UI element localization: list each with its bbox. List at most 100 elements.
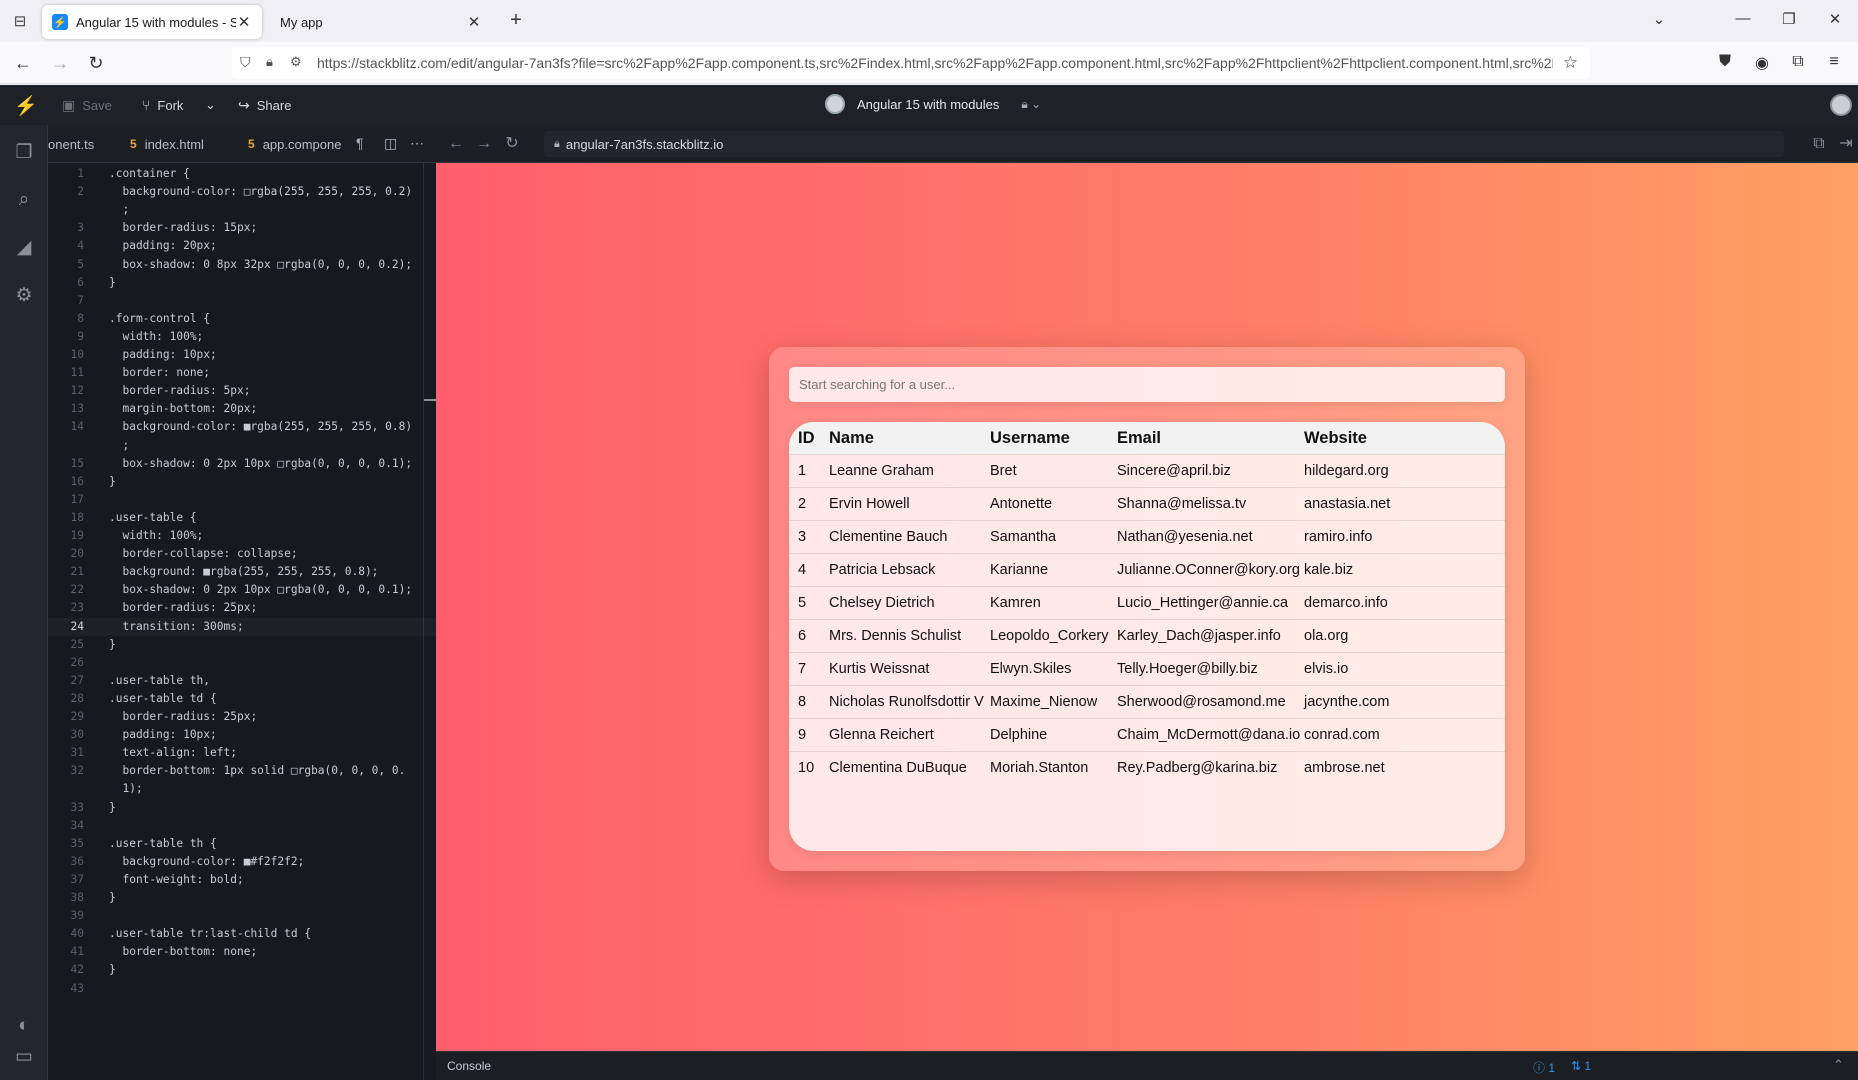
code-text[interactable]: box-shadow: 0 8px 32px □rgba(0, 0, 0, 0.… bbox=[109, 256, 412, 274]
layout-panel-icon[interactable]: ▭ bbox=[12, 1045, 36, 1069]
column-header[interactable]: Website bbox=[1304, 422, 1367, 455]
files-icon[interactable]: ❐ bbox=[12, 141, 36, 165]
settings-gear-icon[interactable]: ⚙ bbox=[12, 284, 36, 308]
table-row[interactable]: 4 Patricia Lebsack Karianne Julianne.OConne… bbox=[789, 554, 1505, 587]
preview-url-bar[interactable]: 🔒︎ angular-7an3fs.stackblitz.io bbox=[544, 131, 1784, 157]
code-text[interactable]: padding: 10px; bbox=[109, 346, 216, 364]
code-text[interactable]: border-bottom: none; bbox=[109, 943, 257, 961]
code-text[interactable]: border-radius: 15px; bbox=[109, 219, 257, 237]
table-row[interactable]: 2 Ervin Howell Antonette Shanna@melissa.tv a… bbox=[789, 488, 1505, 521]
preview-forward-icon[interactable]: → bbox=[474, 134, 494, 154]
menu-icon[interactable]: ≡ bbox=[1823, 53, 1845, 75]
code-line[interactable]: ; bbox=[48, 437, 436, 455]
code-line[interactable]: 21 background: ■rgba(255, 255, 255, 0.8)… bbox=[48, 563, 436, 581]
browser-tab[interactable]: My app ✕ bbox=[270, 5, 492, 39]
console-network-badge[interactable]: ⇅ 1 bbox=[1571, 1059, 1591, 1073]
code-line[interactable]: 38} bbox=[48, 889, 436, 907]
code-text[interactable]: } bbox=[109, 274, 116, 292]
code-line[interactable]: 4 padding: 20px; bbox=[48, 237, 436, 255]
code-line[interactable]: 43 bbox=[48, 980, 436, 998]
column-header[interactable]: Name bbox=[829, 422, 874, 455]
code-line[interactable]: 35 .user-table th { bbox=[48, 835, 436, 853]
code-text[interactable]: font-weight: bold; bbox=[109, 871, 243, 889]
code-text[interactable]: width: 100%; bbox=[109, 328, 203, 346]
visibility-lock-icon[interactable]: 🔒︎ ⌄ bbox=[1021, 97, 1041, 112]
code-line[interactable]: 26 bbox=[48, 654, 436, 672]
code-line[interactable]: 20 border-collapse: collapse; bbox=[48, 545, 436, 563]
shield-icon[interactable]: ⛉ bbox=[240, 54, 251, 71]
code-line[interactable]: 41 border-bottom: none; bbox=[48, 943, 436, 961]
code-line[interactable]: 12 border-radius: 5px; bbox=[48, 382, 436, 400]
code-line[interactable]: 39 bbox=[48, 907, 436, 925]
preview-back-icon[interactable]: ← bbox=[446, 134, 466, 154]
pocket-icon[interactable]: ⛊ bbox=[1714, 53, 1736, 75]
table-row[interactable]: 9 Glenna Reichert Delphine Chaim_McDermott@… bbox=[789, 719, 1505, 752]
code-line[interactable]: 36 background-color: ■#f2f2f2; bbox=[48, 853, 436, 871]
lock-icon[interactable]: 🔒︎ bbox=[266, 54, 273, 70]
code-text[interactable]: transition: 300ms; bbox=[109, 618, 243, 636]
new-tab-button[interactable]: + bbox=[505, 10, 527, 32]
close-tab-icon[interactable]: ✕ bbox=[466, 13, 482, 31]
code-text[interactable]: .user-table td { bbox=[109, 690, 217, 708]
code-line[interactable]: 31 text-align: left; bbox=[48, 744, 436, 762]
code-text[interactable]: padding: 20px; bbox=[109, 237, 216, 255]
code-text[interactable]: background-color: ■#f2f2f2; bbox=[109, 853, 304, 871]
code-line[interactable]: 19 width: 100%; bbox=[48, 527, 436, 545]
code-line[interactable]: 2 background-color: □rgba(255, 255, 255,… bbox=[48, 183, 436, 201]
table-row[interactable]: 6 Mrs. Dennis Schulist Leopoldo_Corkery Kar… bbox=[789, 620, 1505, 653]
restore-icon[interactable]: ❐ bbox=[1766, 10, 1812, 32]
code-line[interactable]: 24 transition: 300ms; bbox=[48, 618, 436, 636]
console-bar[interactable]: Console ⓘ 1 ⇅ 1 ⌃ bbox=[436, 1051, 1858, 1080]
code-line[interactable]: 1 .container { bbox=[48, 165, 436, 183]
firebase-icon[interactable]: ◢ bbox=[12, 236, 36, 260]
code-text[interactable]: border-radius: 5px; bbox=[109, 382, 250, 400]
code-line[interactable]: 18 .user-table { bbox=[48, 509, 436, 527]
code-text[interactable]: border-bottom: 1px solid □rgba(0, 0, 0, … bbox=[109, 762, 405, 780]
account-icon[interactable]: ◉ bbox=[1751, 53, 1773, 75]
column-header[interactable]: Username bbox=[990, 422, 1070, 455]
code-text[interactable]: .container { bbox=[109, 165, 190, 183]
code-text[interactable]: background-color: □rgba(255, 255, 255, 0… bbox=[109, 183, 412, 201]
editor-tab-app-component-html[interactable]: 5 app.compone bbox=[248, 125, 341, 162]
close-tab-icon[interactable]: ✕ bbox=[236, 13, 252, 31]
table-row[interactable]: 3 Clementine Bauch Samantha Nathan@yesenia.… bbox=[789, 521, 1505, 554]
split-editor-icon[interactable]: ◫ bbox=[384, 135, 397, 152]
code-text[interactable]: text-align: left; bbox=[109, 744, 237, 762]
code-text[interactable]: .form-control { bbox=[109, 310, 210, 328]
code-line[interactable]: 9 width: 100%; bbox=[48, 328, 436, 346]
expand-console-icon[interactable]: ⌃ bbox=[1833, 1057, 1844, 1073]
code-line[interactable]: 25} bbox=[48, 636, 436, 654]
code-text[interactable]: } bbox=[109, 636, 116, 654]
open-new-window-icon[interactable]: ⧉ bbox=[1809, 134, 1829, 154]
code-text[interactable]: box-shadow: 0 2px 10px □rgba(0, 0, 0, 0.… bbox=[109, 455, 412, 473]
code-line[interactable]: 6} bbox=[48, 274, 436, 292]
fork-options-chevron-icon[interactable]: ⌄ bbox=[205, 95, 216, 115]
code-line[interactable]: 23 border-radius: 25px; bbox=[48, 599, 436, 617]
code-text[interactable]: border-radius: 25px; bbox=[109, 599, 257, 617]
code-line[interactable]: 22 box-shadow: 0 2px 10px □rgba(0, 0, 0,… bbox=[48, 581, 436, 599]
code-text[interactable]: .user-table th, bbox=[109, 672, 210, 690]
code-text[interactable]: padding: 10px; bbox=[109, 726, 216, 744]
code-text[interactable]: .user-table th { bbox=[109, 835, 217, 853]
more-options-icon[interactable]: ⋯ bbox=[410, 135, 424, 152]
code-line[interactable]: 17 bbox=[48, 491, 436, 509]
code-line[interactable]: 8 .form-control { bbox=[48, 310, 436, 328]
close-window-icon[interactable]: ✕ bbox=[1812, 10, 1858, 32]
bookmark-star-icon[interactable]: ☆ bbox=[1563, 53, 1578, 73]
project-title-area[interactable]: Angular 15 with modules 🔒︎ ⌄ bbox=[825, 94, 1041, 114]
tab-list-icon[interactable]: ⊟ bbox=[10, 11, 30, 31]
code-line[interactable]: 10 padding: 10px; bbox=[48, 346, 436, 364]
code-line[interactable]: 28 .user-table td { bbox=[48, 690, 436, 708]
minimize-icon[interactable]: — bbox=[1720, 10, 1766, 32]
code-line[interactable]: 5 box-shadow: 0 8px 32px □rgba(0, 0, 0, … bbox=[48, 256, 436, 274]
column-header[interactable]: Email bbox=[1117, 422, 1161, 455]
share-button[interactable]: ↪ Share bbox=[238, 95, 291, 115]
code-line[interactable]: 33} bbox=[48, 799, 436, 817]
code-line[interactable]: 27 .user-table th, bbox=[48, 672, 436, 690]
code-text[interactable]: margin-bottom: 20px; bbox=[109, 400, 257, 418]
code-text[interactable]: box-shadow: 0 2px 10px □rgba(0, 0, 0, 0.… bbox=[109, 581, 412, 599]
code-text[interactable]: border: none; bbox=[109, 364, 210, 382]
code-line[interactable]: 29 border-radius: 25px; bbox=[48, 708, 436, 726]
reload-icon[interactable]: ↻ bbox=[85, 53, 107, 75]
code-text[interactable]: border-radius: 25px; bbox=[109, 708, 257, 726]
